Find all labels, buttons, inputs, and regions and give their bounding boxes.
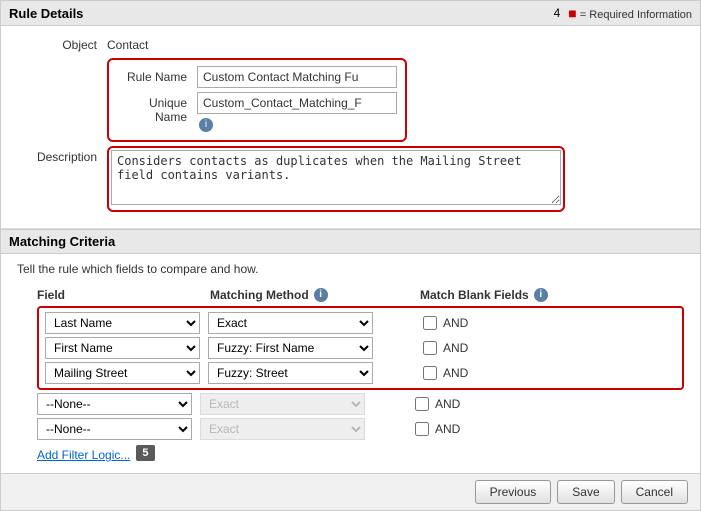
footer: Previous Save Cancel [1,473,700,510]
matching-criteria-title: Matching Criteria [9,234,115,249]
criteria-row-2: First Name Fuzzy: First Name AND [45,337,676,359]
rule-details-header: Rule Details 4 ■ = Required Information [1,1,700,26]
name-fields-highlighted-box: Rule Name Unique Name i [107,58,407,142]
col-header-field: Field [37,288,202,302]
add-filter-link[interactable]: Add Filter Logic... [37,448,130,462]
object-row: Object Contact [17,34,684,52]
object-value: Contact [107,34,684,52]
blank-checkbox-5[interactable] [415,422,429,436]
field-select-3[interactable]: Mailing Street [45,362,200,384]
and-label-4: AND [435,397,460,411]
blank-checkbox-4[interactable] [415,397,429,411]
required-info-text: ■ = Required Information [568,5,692,21]
unique-name-row: Unique Name i [117,92,397,132]
unique-name-input[interactable] [197,92,397,114]
criteria-description: Tell the rule which fields to compare an… [17,262,684,276]
unique-name-label: Unique Name [117,92,197,124]
field-select-2[interactable]: First Name [45,337,200,359]
and-label-3: AND [443,366,468,380]
criteria-row-4: --None-- Exact AND [37,393,684,415]
rule-name-label: Rule Name [117,66,197,84]
unique-name-info-icon[interactable]: i [199,118,213,132]
description-label: Description [17,146,107,164]
and-label-1: AND [443,316,468,330]
blank-checkbox-1[interactable] [423,316,437,330]
criteria-column-headers: Field Matching Method i Match Blank Fiel… [17,288,684,302]
required-dot: ■ [568,5,576,21]
blank-checkbox-3[interactable] [423,366,437,380]
step-5-badge: 5 [136,445,154,461]
blank-fields-info-icon[interactable]: i [534,288,548,302]
object-label: Object [17,34,107,52]
method-select-2[interactable]: Fuzzy: First Name [208,337,373,359]
and-label-5: AND [435,422,460,436]
rule-details-title: Rule Details [9,6,83,21]
field-select-1[interactable]: Last Name [45,312,200,334]
field-select-4[interactable]: --None-- [37,393,192,415]
col-header-blank-fields: Match Blank Fields i [420,288,548,302]
criteria-row-5: --None-- Exact AND [37,418,684,440]
method-select-3[interactable]: Fuzzy: Street [208,362,373,384]
description-textarea[interactable]: Considers contacts as duplicates when th… [111,150,561,205]
and-label-2: AND [443,341,468,355]
col-header-method: Matching Method i [210,288,390,302]
highlighted-rows-box: Last Name Exact AND First Name Fuzzy: Fi… [37,306,684,390]
rule-name-row: Rule Name [117,66,397,88]
criteria-row-3: Mailing Street Fuzzy: Street AND [45,362,676,384]
criteria-rows-container: Last Name Exact AND First Name Fuzzy: Fi… [17,306,684,440]
save-button[interactable]: Save [557,480,614,504]
cancel-button[interactable]: Cancel [621,480,688,504]
add-filter-row: Add Filter Logic... 5 [17,444,684,462]
previous-button[interactable]: Previous [475,480,552,504]
method-select-5: Exact [200,418,365,440]
matching-criteria-header: Matching Criteria [1,229,700,254]
method-select-4: Exact [200,393,365,415]
method-info-icon[interactable]: i [314,288,328,302]
step-4-badge: 4 [554,6,561,20]
matching-criteria-body: Tell the rule which fields to compare an… [1,254,700,473]
criteria-row-1: Last Name Exact AND [45,312,676,334]
description-highlighted-box: Considers contacts as duplicates when th… [107,146,565,212]
blank-checkbox-2[interactable] [423,341,437,355]
description-row: Description Considers contacts as duplic… [17,146,684,212]
method-select-1[interactable]: Exact [208,312,373,334]
rule-name-input[interactable] [197,66,397,88]
rule-details-body: Object Contact Rule Name Unique Name [1,26,700,229]
field-select-5[interactable]: --None-- [37,418,192,440]
